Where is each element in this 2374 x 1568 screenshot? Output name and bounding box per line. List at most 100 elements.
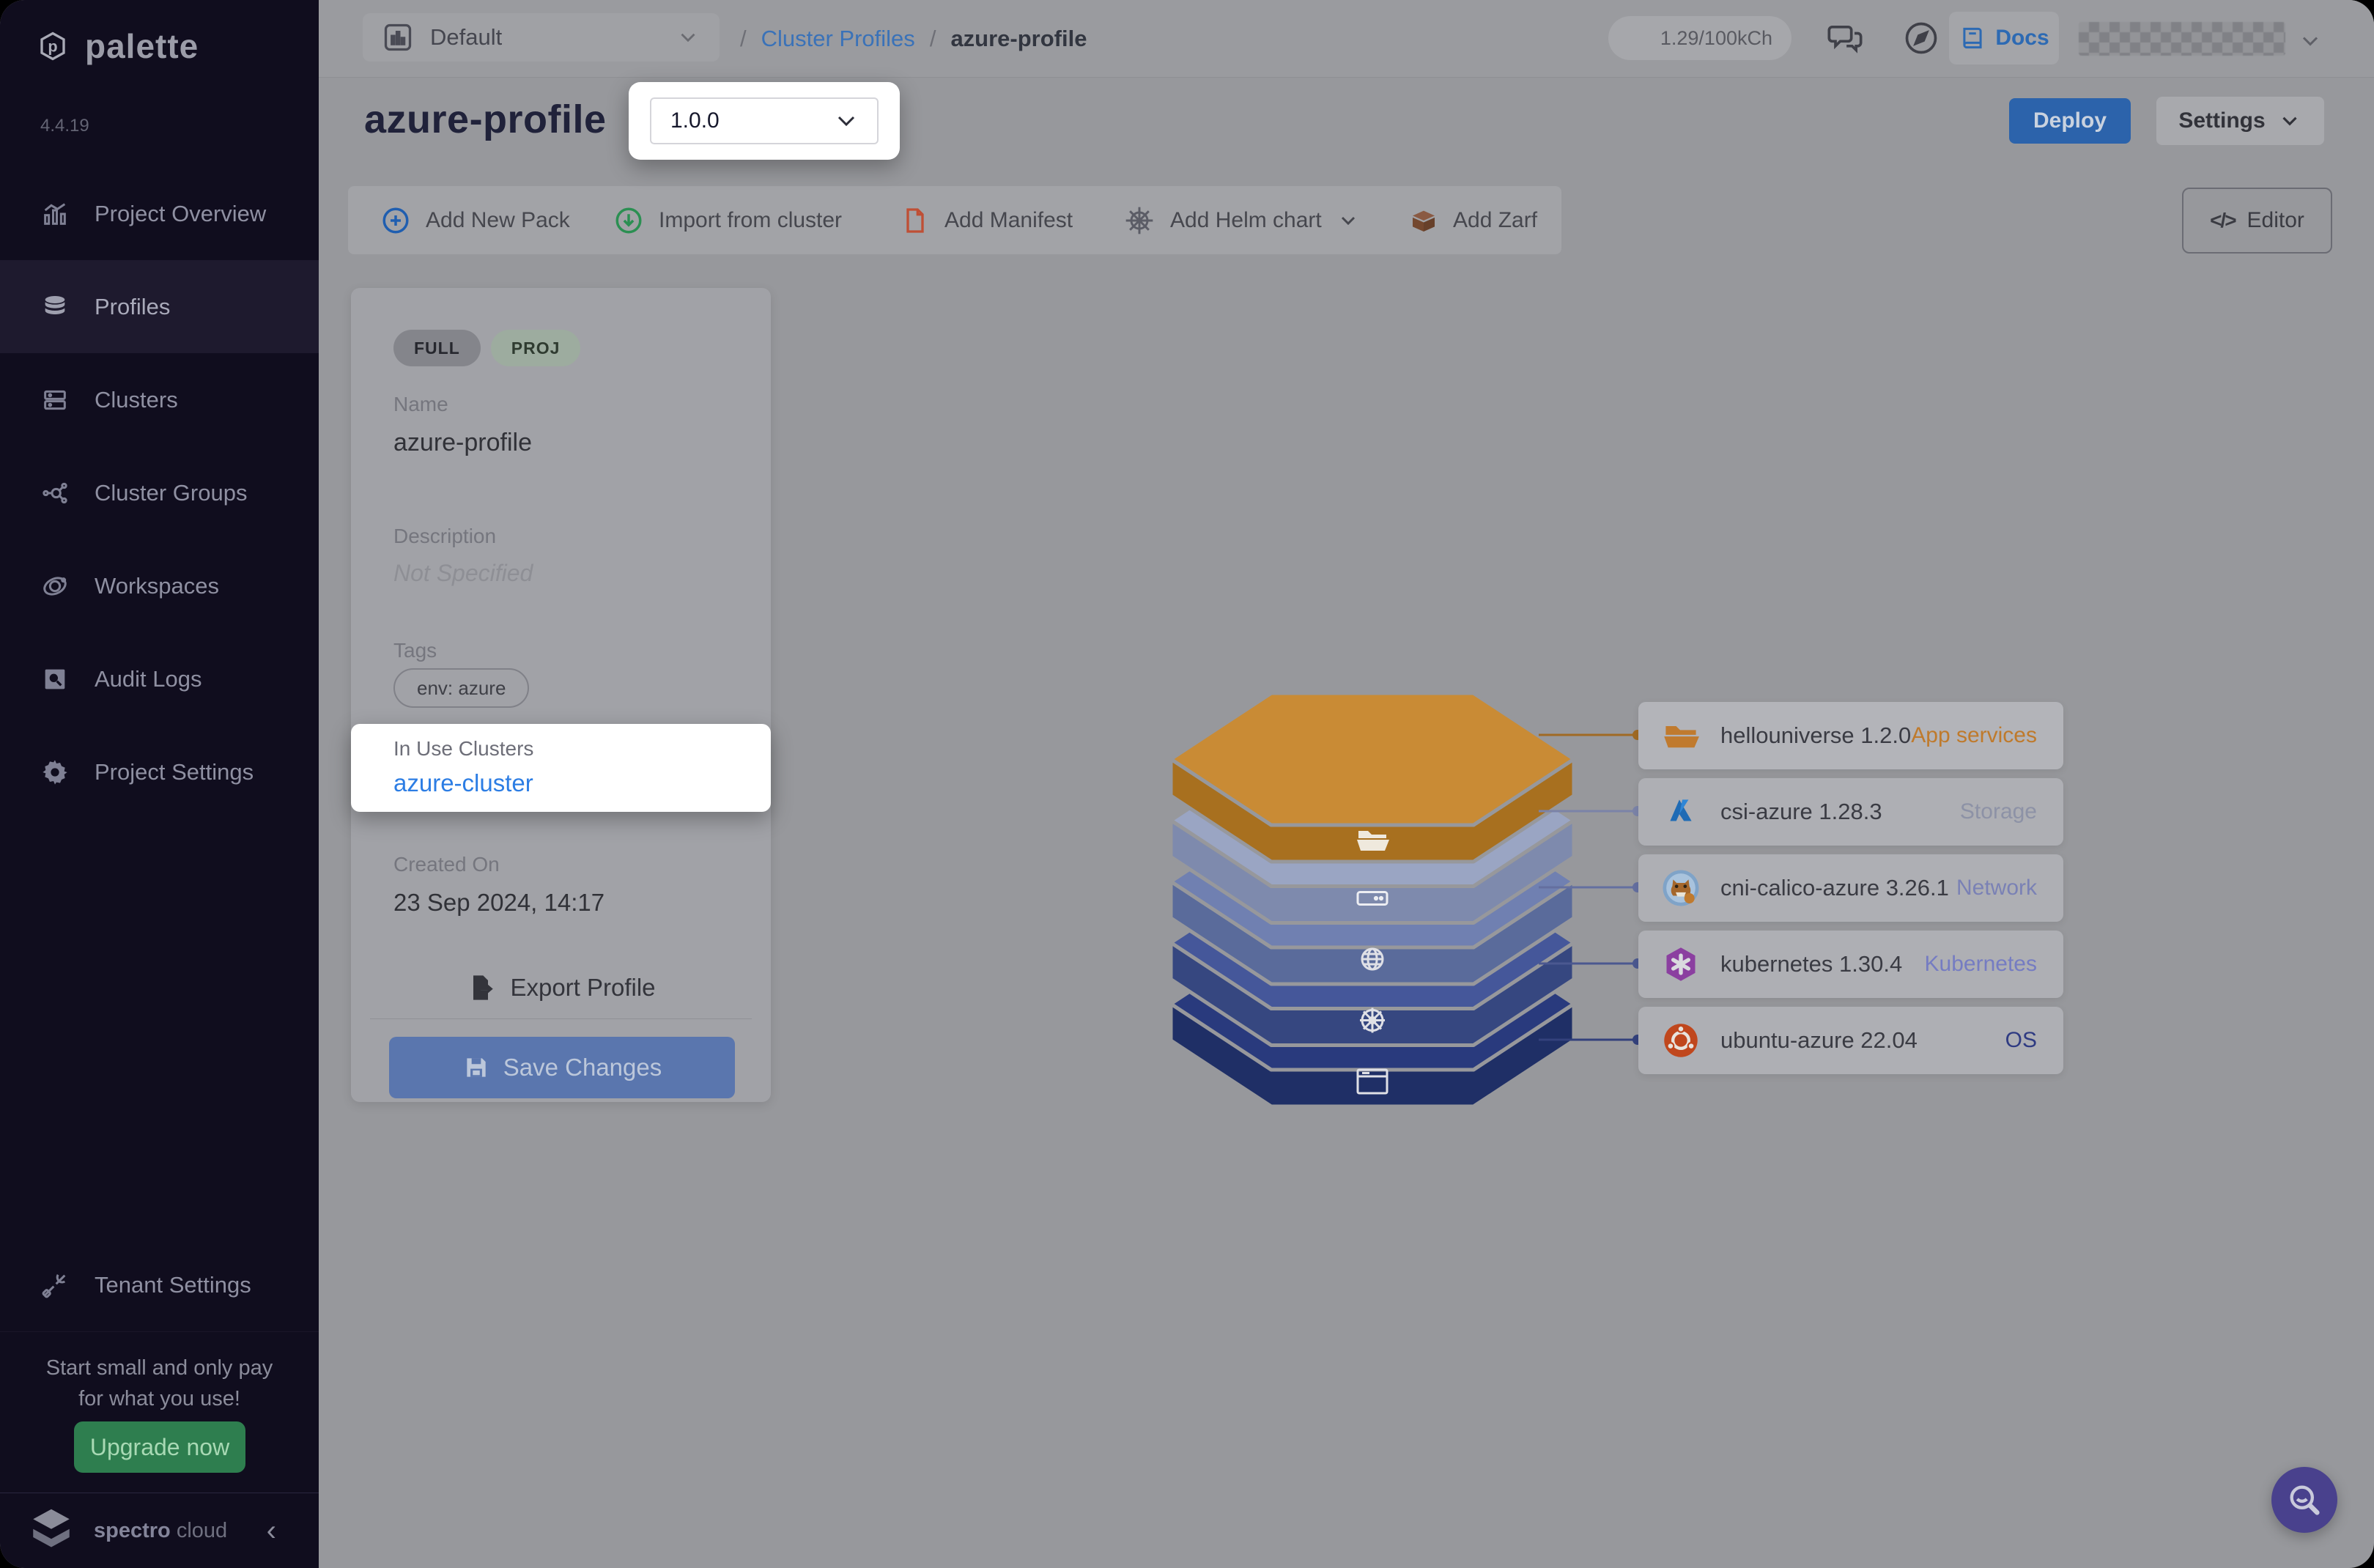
app-window: p palette 4.4.19 Project Overview Profil… [0,0,2374,1568]
pack-name: ubuntu-azure 22.04 [1720,1027,1918,1054]
pack-row-kubernetes[interactable]: kubernetes 1.30.4 Kubernetes [1638,931,2063,998]
pack-row-ubuntu-azure[interactable]: ubuntu-azure 22.04 OS [1638,1007,2063,1074]
editor-toggle-button[interactable]: </> Editor [2182,188,2332,254]
created-on-value: 23 Sep 2024, 14:17 [393,889,604,917]
upgrade-now-button[interactable]: Upgrade now [74,1421,245,1473]
docs-button[interactable]: Docs [1949,12,2059,64]
pack-category-badge: OS [2005,1028,2037,1053]
sidebar-item-project-settings[interactable]: Project Settings [0,725,319,818]
upgrade-promo: Start small and only pay for what you us… [0,1331,319,1414]
profile-version-value: 1.0.0 [670,108,720,133]
spectro-cloud-wordmark: spectro cloud [94,1519,227,1543]
version-dropdown-spotlight: 1.0.0 [629,82,900,160]
page-title: azure-profile [364,97,607,142]
sidebar-item-audit-logs[interactable]: Audit Logs [0,632,319,725]
promo-text-line2: for what you use! [0,1383,319,1414]
gear-icon [40,758,70,787]
sidebar-item-label: Cluster Groups [95,480,247,506]
add-zarf-button[interactable]: Add Zarf [1409,186,1537,254]
ubuntu-icon [1660,1020,1701,1061]
sidebar: p palette 4.4.19 Project Overview Profil… [0,0,319,1568]
search-fab-button[interactable] [2271,1467,2337,1533]
in-use-cluster-link[interactable]: azure-cluster [393,769,533,797]
pack-name: kubernetes 1.30.4 [1720,951,1902,977]
network-nodes-icon [40,478,70,508]
save-changes-label: Save Changes [503,1054,662,1081]
chat-feedback-icon[interactable] [1826,19,1864,57]
project-selector-dropdown[interactable]: Default [363,13,720,62]
profile-stack-visualization [1171,693,1574,1111]
sidebar-item-project-overview[interactable]: Project Overview [0,167,319,260]
pack-category-badge: Kubernetes [1925,952,2037,977]
settings-button[interactable]: Settings [2156,97,2324,145]
docs-label: Docs [1995,26,2049,51]
pack-row-cni-calico-azure[interactable]: cni-calico-azure 3.26.1 Network [1638,854,2063,922]
stack-connector-lines [1539,689,1647,1114]
orbit-icon [40,572,70,601]
profile-info-card: FULL PROJ Name azure-profile Description… [351,288,771,1102]
sidebar-item-profiles[interactable]: Profiles [0,260,319,353]
pack-row-csi-azure[interactable]: csi-azure 1.28.3 Storage [1638,778,2063,846]
add-new-pack-label: Add New Pack [426,208,570,233]
save-changes-button[interactable]: Save Changes [389,1037,735,1098]
user-name-redacted [2079,22,2285,56]
pack-row-hellouniverse[interactable]: hellouniverse 1.2.0 App services [1638,702,2063,769]
sidebar-item-tenant-settings[interactable]: Tenant Settings [0,1238,319,1331]
top-bar: Default / Cluster Profiles / azure-profi… [319,0,2374,77]
stack-layer-app-services [1171,693,1574,862]
created-on-label: Created On [393,853,500,876]
audit-log-icon [40,665,70,694]
import-from-cluster-label: Import from cluster [659,208,842,233]
chevron-down-icon [2277,108,2302,133]
in-use-clusters-label: In Use Clusters [393,737,533,761]
brand-logo: p palette [38,26,199,66]
chevron-down-icon [1336,209,1360,232]
add-manifest-button[interactable]: Add Manifest [901,186,1073,254]
breadcrumb: / Cluster Profiles / azure-profile [740,0,1087,77]
code-icon: </> [2210,209,2235,232]
server-rack-icon [40,385,70,415]
sidebar-item-clusters[interactable]: Clusters [0,353,319,446]
user-menu-chevron-down-icon[interactable] [2297,28,2323,54]
add-new-pack-button[interactable]: Add New Pack [380,186,570,254]
sidebar-nav: Project Overview Profiles Clusters Clust… [0,167,319,818]
tag-chip-env-azure: env: azure [393,668,529,708]
export-profile-label: Export Profile [510,974,655,1002]
pack-name: hellouniverse 1.2.0 [1720,722,1911,749]
export-profile-button[interactable]: Export Profile [370,956,752,1019]
add-helm-chart-button[interactable]: Add Helm chart [1123,186,1360,254]
project-icon [382,21,414,53]
kubernetes-icon [1660,944,1701,985]
add-manifest-label: Add Manifest [944,208,1073,233]
sidebar-item-cluster-groups[interactable]: Cluster Groups [0,446,319,539]
manifest-file-icon [901,206,930,235]
deploy-button[interactable]: Deploy [2009,98,2131,144]
editor-label: Editor [2247,208,2304,233]
bar-chart-icon [40,199,70,229]
profile-version-select[interactable]: 1.0.0 [650,97,879,144]
description-value: Not Specified [393,560,533,587]
export-file-icon [466,973,495,1002]
sidebar-item-workspaces[interactable]: Workspaces [0,539,319,632]
search-magnifier-icon [2285,1481,2323,1519]
sidebar-item-label: Audit Logs [95,666,202,692]
palette-logo-icon: p [38,32,67,61]
calico-cat-icon [1660,868,1701,909]
breadcrumb-separator: / [740,26,747,52]
chevron-down-icon [832,106,861,136]
pack-name: csi-azure 1.28.3 [1720,799,1882,825]
description-label: Description [393,525,496,548]
sidebar-collapse-chevron-icon[interactable]: ‹ [267,1516,276,1545]
pack-name: cni-calico-azure 3.26.1 [1720,875,1949,901]
svg-text:p: p [48,37,57,56]
sidebar-item-label: Workspaces [95,573,219,599]
sidebar-footer: spectro cloud ‹ [0,1493,319,1568]
tools-icon [40,1271,70,1300]
import-from-cluster-button[interactable]: Import from cluster [613,186,842,254]
name-value: azure-profile [393,429,532,457]
sidebar-item-label: Project Settings [95,759,254,785]
brand-name: palette [85,26,199,66]
breadcrumb-link-cluster-profiles[interactable]: Cluster Profiles [761,26,915,52]
project-selector-value: Default [430,24,502,51]
compass-explore-icon[interactable] [1902,19,1940,57]
